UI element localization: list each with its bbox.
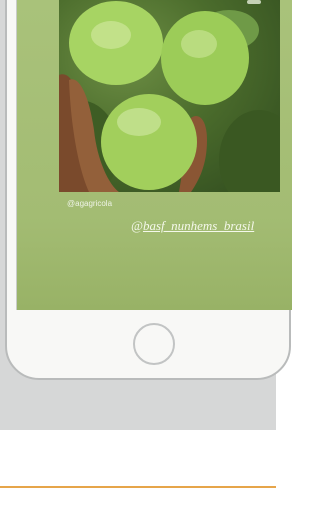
divider-rule [0, 486, 276, 488]
photo-credit: @agagricola [67, 199, 113, 208]
photo-illustration [59, 0, 280, 192]
home-button[interactable] [133, 323, 175, 365]
mention-link[interactable]: @basf_nunhems_brasil [131, 218, 254, 234]
tomato-photo [59, 0, 280, 192]
mention-handle: basf_nunhems_brasil [142, 218, 255, 233]
mention-at-sign: @ [131, 218, 143, 233]
phone-screen: @agagricola @basf_nunhems_brasil [16, 0, 292, 310]
